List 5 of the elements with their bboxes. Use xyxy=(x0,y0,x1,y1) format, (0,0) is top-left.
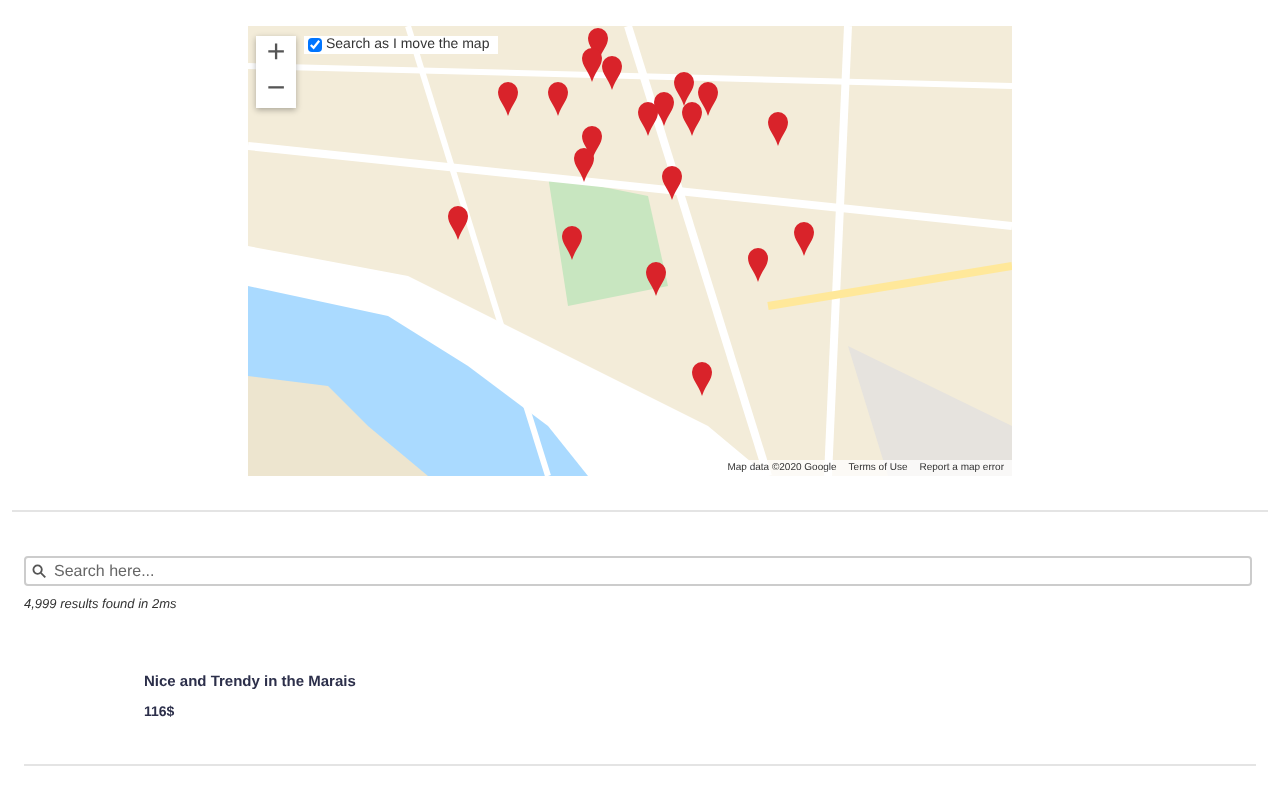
zoom-out-button[interactable]: − xyxy=(256,72,296,108)
checkbox[interactable] xyxy=(308,38,322,52)
search-icon xyxy=(32,564,46,578)
search-field[interactable]: Search here... xyxy=(24,556,1252,586)
zoom-in-button[interactable]: + xyxy=(256,36,296,72)
